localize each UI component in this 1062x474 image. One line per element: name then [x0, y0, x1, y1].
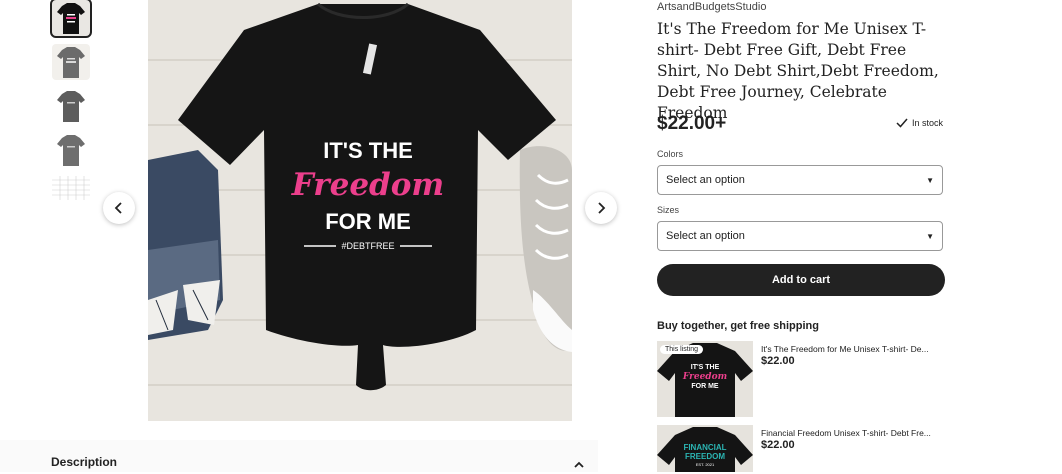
- caret-down-icon: ▼: [926, 175, 934, 185]
- previous-image-button[interactable]: [103, 192, 135, 224]
- shop-name-link[interactable]: ArtsandBudgetsStudio: [657, 1, 766, 13]
- thumbnail-black-shirt[interactable]: [50, 0, 92, 38]
- description-heading[interactable]: Description: [51, 455, 117, 469]
- thumbnail-gray-shirt-front[interactable]: [52, 88, 90, 124]
- stock-status: In stock: [896, 118, 943, 128]
- caret-down-icon: ▼: [926, 231, 934, 241]
- bundle-print-line: FREEDOM: [685, 452, 725, 461]
- bundle-print-line: FOR ME: [691, 383, 719, 390]
- colors-label: Colors: [657, 149, 684, 159]
- bundle-item-image[interactable]: IT'S THE Freedom FOR ME This listing: [657, 341, 753, 417]
- thumbnail-gray-shirt[interactable]: [52, 44, 90, 80]
- colors-select-value: Select an option: [666, 174, 745, 186]
- bundle-item-name[interactable]: Financial Freedom Unisex T-shirt- Debt F…: [761, 428, 931, 438]
- bundle-item-image[interactable]: FINANCIAL FREEDOM EST. 2021: [657, 425, 753, 472]
- this-listing-badge: This listing: [660, 345, 704, 354]
- bundle-print-line: Freedom: [682, 372, 727, 382]
- listing-title: It's The Freedom for Me Unisex T-shirt- …: [657, 20, 939, 122]
- bundle-heading: Buy together, get free shipping: [657, 320, 819, 332]
- main-product-image: IT'S THE Freedom FOR ME #DEBTFREE: [148, 0, 572, 421]
- bundle-item-name[interactable]: It's The Freedom for Me Unisex T-shirt- …: [761, 344, 929, 354]
- add-to-cart-button[interactable]: Add to cart: [657, 264, 945, 296]
- bundle-item-price: $22.00: [761, 439, 795, 451]
- chevron-right-icon: [598, 202, 606, 214]
- bundle-print-line: IT'S THE: [691, 364, 720, 371]
- bundle-print-line: FINANCIAL: [683, 443, 726, 452]
- print-line-1: IT'S THE: [323, 138, 413, 163]
- stock-label: In stock: [912, 118, 944, 128]
- print-line-3: FOR ME: [325, 209, 411, 234]
- sizes-label: Sizes: [657, 205, 680, 215]
- thumbnail-size-chart[interactable]: [52, 176, 90, 200]
- bundle-print-line: EST. 2021: [696, 462, 715, 467]
- bundle-item-price: $22.00: [761, 355, 795, 367]
- sizes-select-value: Select an option: [666, 230, 745, 242]
- print-line-2: Freedom: [291, 167, 444, 203]
- listing-price: $22.00+: [657, 113, 727, 134]
- thumbnail-gray-shirt-back[interactable]: [52, 132, 90, 168]
- checkmark-icon: [896, 118, 908, 128]
- chevron-up-icon[interactable]: [574, 456, 584, 474]
- colors-select[interactable]: Select an option ▼: [657, 165, 943, 195]
- print-hashtag: #DEBTFREE: [341, 241, 394, 251]
- chevron-left-icon: [114, 202, 122, 214]
- sizes-select[interactable]: Select an option ▼: [657, 221, 943, 251]
- next-image-button[interactable]: [585, 192, 617, 224]
